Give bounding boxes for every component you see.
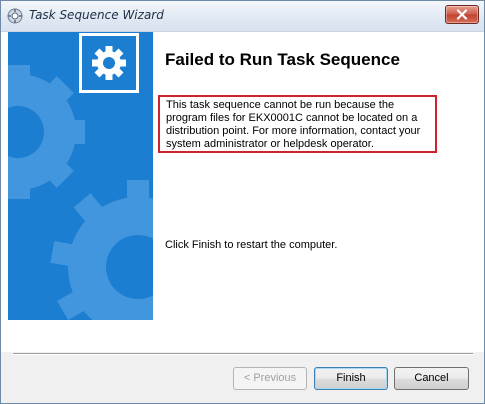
error-message-box: This task sequence cannot be run because…: [158, 95, 437, 153]
window-title: Task Sequence Wizard: [29, 8, 164, 22]
button-separator: [13, 353, 473, 355]
page-title: Failed to Run Task Sequence: [165, 50, 400, 69]
gear-icon: [92, 46, 126, 80]
close-icon: [456, 9, 468, 20]
finish-button[interactable]: Finish: [314, 367, 388, 390]
task-sequence-app-icon: [7, 8, 23, 24]
cancel-button[interactable]: Cancel: [394, 367, 469, 390]
gear-icon-frame: [79, 33, 139, 93]
task-sequence-wizard-window: Task Sequence Wizard Failed to Run Task …: [0, 0, 485, 404]
error-message-text: This task sequence cannot be run because…: [166, 99, 421, 150]
close-button[interactable]: [445, 5, 479, 24]
wizard-content: Failed to Run Task Sequence This task se…: [1, 32, 484, 352]
previous-button[interactable]: < Previous: [233, 367, 307, 390]
title-bar[interactable]: Task Sequence Wizard: [1, 1, 484, 32]
finish-instruction-text: Click Finish to restart the computer.: [165, 239, 338, 251]
wizard-side-banner: [8, 32, 153, 320]
